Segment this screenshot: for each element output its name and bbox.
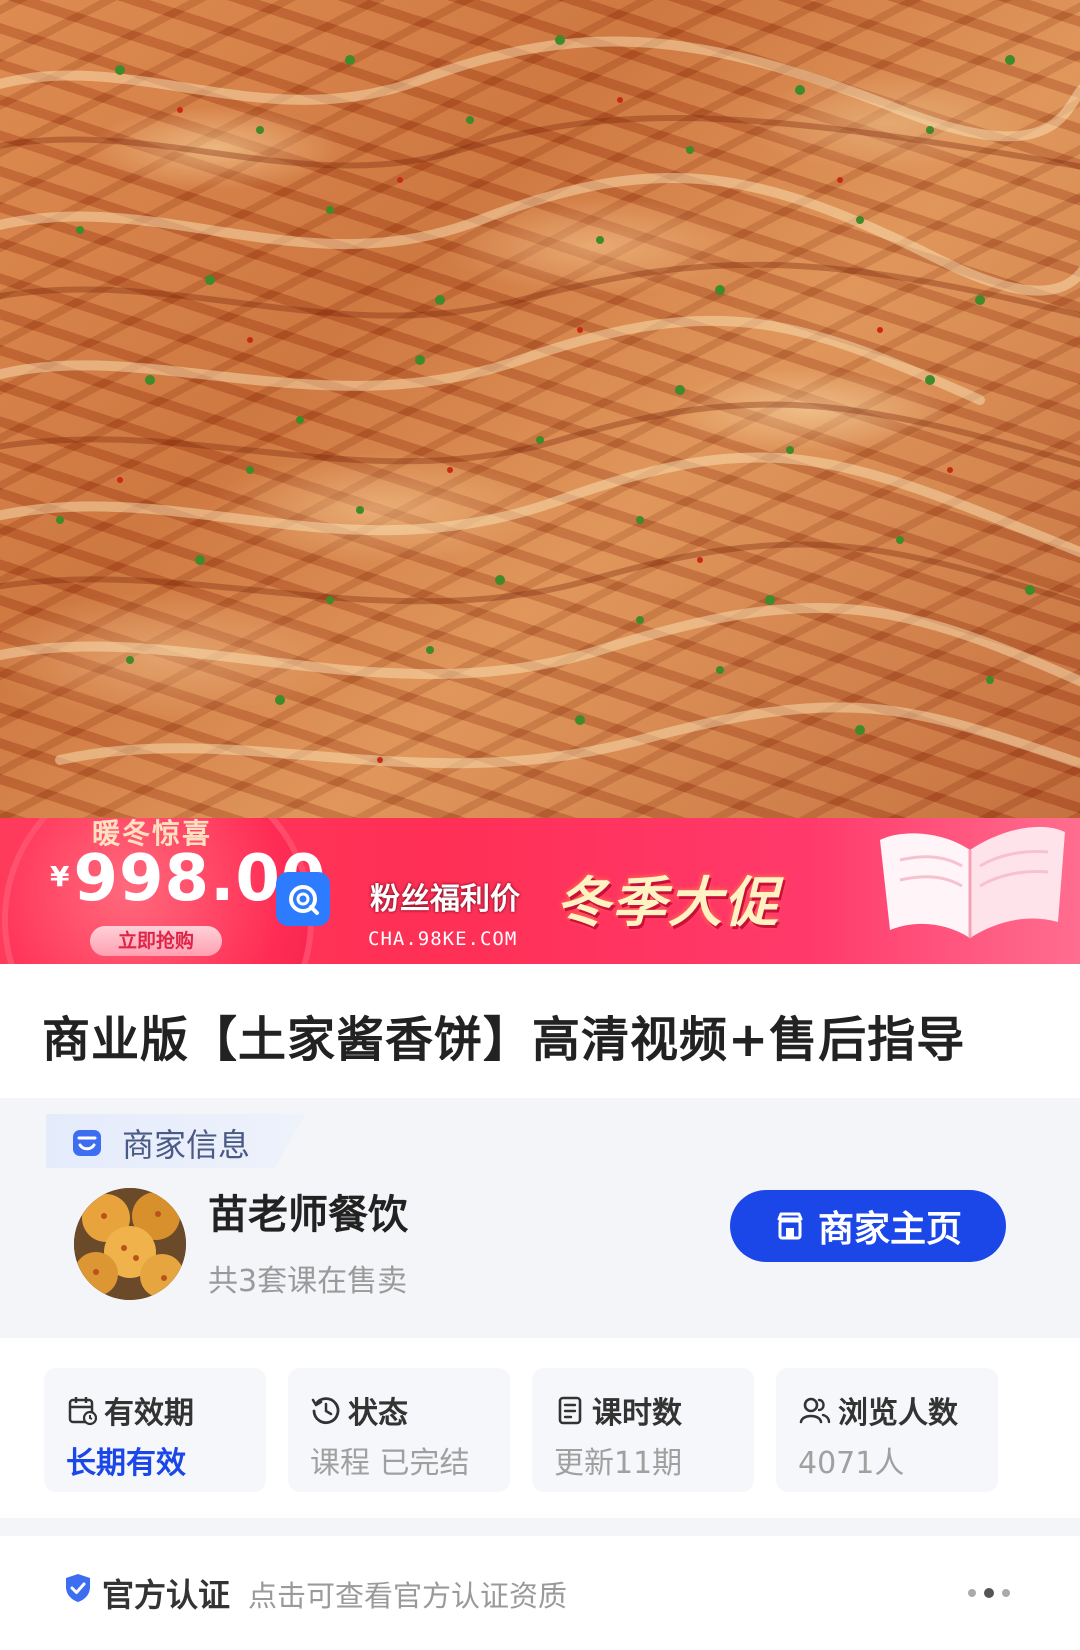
stat-value: 课程 已完结 (310, 1446, 470, 1481)
merchant-section-label: 商家信息 (122, 1126, 251, 1164)
stat-value: 更新11期 (554, 1446, 683, 1481)
stat-status: 状态 课程 已完结 (288, 1368, 510, 1492)
stat-label: 有效期 (104, 1396, 194, 1431)
promo-title: 冬季大促 (556, 871, 780, 934)
merchant-name: 苗老师餐饮 (208, 1192, 408, 1238)
fans-price-label: 粉丝福利价 (370, 882, 520, 917)
currency-symbol: ¥ (50, 860, 70, 893)
stat-validity: 有效期 长期有效 (44, 1368, 266, 1492)
calendar-icon (68, 1397, 98, 1426)
book-icon (880, 826, 1065, 938)
merchant-home-label: 商家主页 (817, 1209, 962, 1250)
merchant-avatar[interactable] (74, 1188, 186, 1300)
more-icon[interactable] (968, 1588, 1010, 1598)
watermark-text: CHA.98KE.COM (368, 928, 518, 950)
stat-lessons: 课时数 更新11期 (532, 1368, 754, 1492)
course-title-section: 商业版【土家酱香饼】高清视频+售后指导 (0, 964, 1080, 1098)
course-title: 商业版【土家酱香饼】高清视频+售后指导 (42, 1012, 966, 1068)
shop-icon (777, 1212, 803, 1240)
merchant-section: 商家信息 苗老师餐饮 共3套课在售卖 商家主页 (0, 1098, 1080, 1338)
document-icon (558, 1396, 582, 1425)
hero-food-image (0, 0, 1080, 820)
certification-description: 点击可查看官方认证资质 (248, 1579, 568, 1613)
hero-garnish (0, 35, 1080, 769)
watermark-logo-icon (276, 872, 330, 926)
official-certification-row[interactable]: 官方认证 点击可查看官方认证资质 (0, 1536, 1080, 1650)
stat-views: 浏览人数 4071人 (776, 1368, 998, 1492)
clock-icon (311, 1397, 340, 1424)
shield-check-icon (66, 1574, 90, 1602)
buy-now-button[interactable]: 立即抢购 (90, 926, 222, 956)
stat-label: 课时数 (592, 1396, 682, 1431)
stat-label: 浏览人数 (838, 1396, 958, 1431)
course-stats: 有效期 长期有效 状态 课程 已完结 课时数 更新11期 浏览人数 4071人 (0, 1338, 1080, 1518)
merchant-home-button[interactable]: 商家主页 (730, 1190, 1006, 1262)
store-icon (73, 1130, 101, 1156)
merchant-course-count: 共3套课在售卖 (208, 1264, 408, 1299)
stat-value: 4071人 (798, 1446, 905, 1481)
certification-label: 官方认证 (102, 1576, 231, 1614)
users-icon (799, 1397, 831, 1424)
stat-label: 状态 (348, 1396, 408, 1431)
stat-value: 长期有效 (66, 1446, 186, 1481)
